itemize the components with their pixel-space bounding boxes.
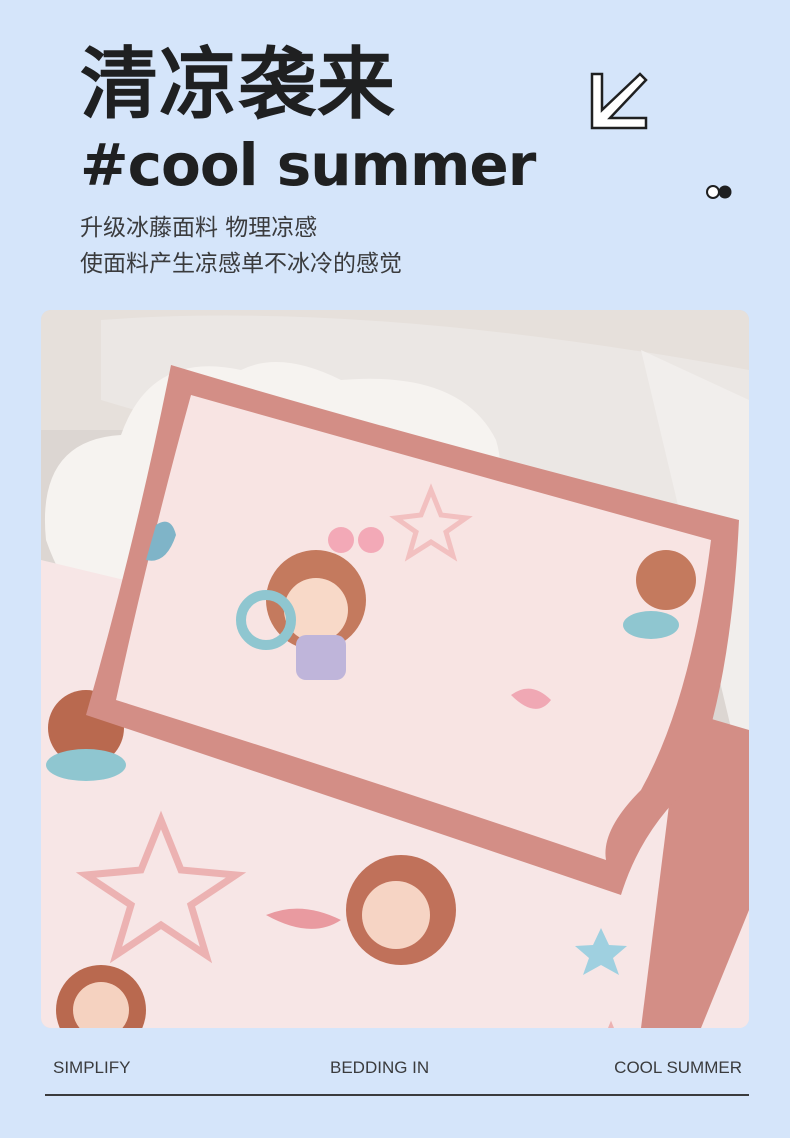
footer-divider [45,1094,749,1096]
dots-icon [706,185,732,199]
product-photo [41,310,749,1028]
description-line-1: 升级冰藤面料 物理凉感 [80,215,318,241]
footer-label-simplify: SIMPLIFY [53,1058,131,1077]
page-subtitle: #cool summer [80,131,536,199]
page-title: 清凉袭来 [80,40,397,130]
footer-label-cool-summer: COOL SUMMER [614,1058,742,1077]
footer-label-bedding: BEDDING IN [330,1058,430,1077]
description-line-2: 使面料产生凉感单不冰冷的感觉 [80,251,402,277]
arrow-down-left-icon [590,72,648,130]
